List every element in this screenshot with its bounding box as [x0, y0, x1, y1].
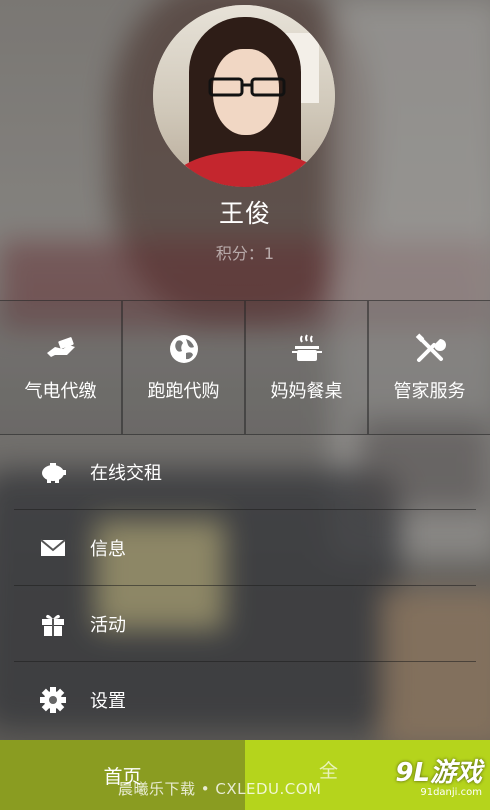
service-mom-kitchen[interactable]: 妈妈餐桌: [246, 301, 369, 434]
menu-item-messages[interactable]: 信息: [0, 510, 490, 586]
tab-second-label: 全: [319, 760, 339, 782]
menu-item-settings[interactable]: 设置: [0, 662, 490, 738]
points-display: 积分：1: [0, 240, 490, 264]
menu-item-rent-payment[interactable]: 在线交租: [0, 434, 490, 510]
service-housekeeping[interactable]: 管家服务: [369, 301, 490, 434]
service-label: 管家服务: [393, 380, 466, 402]
service-label: 妈妈餐桌: [270, 380, 343, 402]
service-shopping[interactable]: 跑跑代购: [123, 301, 246, 434]
gear-icon: [40, 687, 66, 713]
piggy-bank-icon: [42, 463, 66, 483]
tools-icon: [415, 332, 446, 362]
menu-item-label: 活动: [90, 615, 126, 636]
cooking-pot-icon: [291, 333, 322, 361]
menu-list: 在线交租 信息 活动 设置: [0, 434, 490, 738]
user-name: 王俊: [218, 199, 271, 228]
service-label: 气电代缴: [24, 380, 97, 402]
points-value: 1: [263, 244, 275, 263]
gift-icon: [42, 614, 64, 636]
hand-payment-icon: [46, 336, 75, 357]
watermark-text: 晨曦乐下载 • CXLEDU.COM: [118, 780, 322, 798]
service-grid: 气电代缴 跑跑代购 妈妈餐桌 管家服务: [0, 300, 490, 435]
menu-item-label: 在线交租: [90, 463, 162, 484]
brand-logo: 9L游戏: [395, 758, 482, 788]
envelope-icon: [40, 539, 66, 556]
menu-item-label: 信息: [90, 539, 126, 560]
menu-item-label: 设置: [90, 691, 126, 712]
service-bill-payment[interactable]: 气电代缴: [0, 301, 123, 434]
avatar[interactable]: [153, 5, 335, 187]
globe-icon: [169, 334, 198, 363]
brand-watermark: 9L游戏 91danji.com: [395, 752, 482, 798]
tab-home[interactable]: 首页: [0, 740, 245, 810]
menu-item-activities[interactable]: 活动: [0, 586, 490, 662]
service-label: 跑跑代购: [147, 380, 220, 402]
points-label: 积分：: [215, 244, 264, 263]
